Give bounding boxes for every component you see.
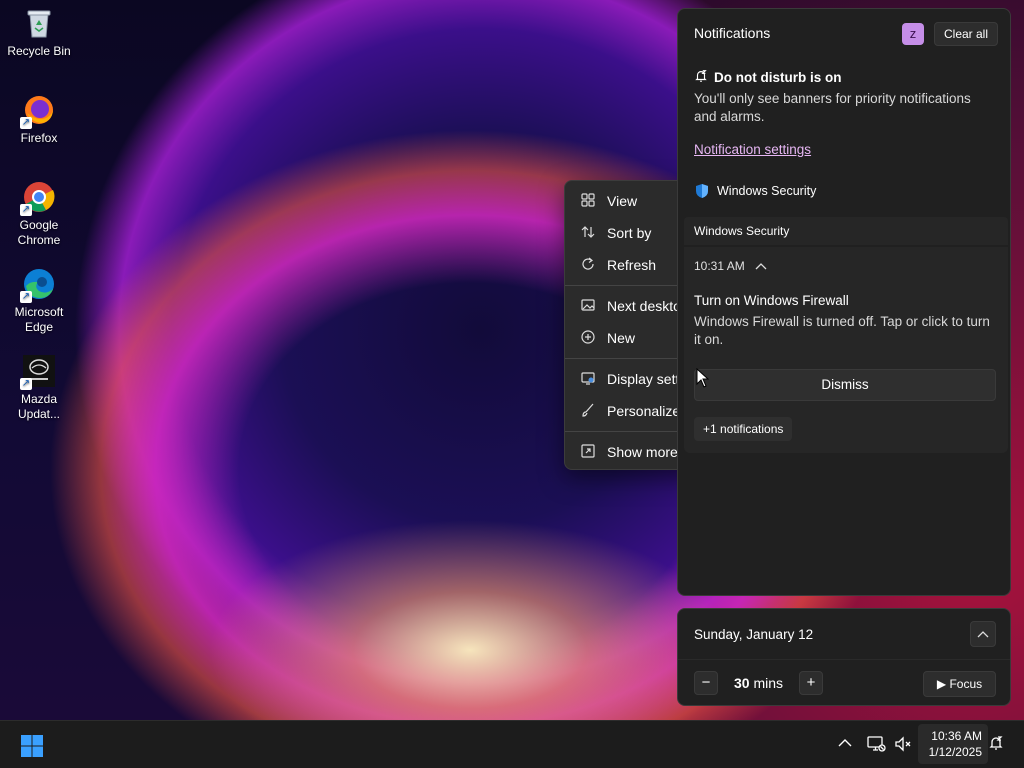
chevron-up-icon[interactable]	[755, 259, 767, 273]
menu-item-label: Sort by	[607, 225, 652, 241]
notification-body: Windows Firewall is turned off. Tap or c…	[694, 314, 990, 347]
app-name: Windows Security	[717, 184, 817, 198]
dnd-heading: Do not disturb is on	[694, 69, 842, 86]
image-icon	[579, 297, 597, 315]
menu-item-label: Next deskto	[607, 298, 681, 314]
desktop-icon-edge[interactable]: ↗ Microsoft Edge	[4, 267, 74, 335]
focus-session-row: − 30 mins + ▶ Focus	[694, 671, 996, 697]
plus-circle-icon	[579, 329, 597, 347]
menu-item-label: New	[607, 330, 636, 346]
app-group-windows-security[interactable]: Windows Security	[694, 183, 816, 199]
menu-item-label: Show more	[607, 444, 678, 460]
dnd-title-text: Do not disturb is on	[714, 70, 842, 85]
shield-icon	[696, 184, 708, 198]
shortcut-arrow-icon: ↗	[20, 291, 32, 303]
notification-time: 10:31 AM	[694, 259, 745, 273]
dismiss-button[interactable]: Dismiss	[694, 369, 996, 401]
recycle-bin-icon	[22, 6, 56, 40]
notification-time-row: 10:31 AM	[694, 259, 767, 273]
clear-all-button[interactable]: Clear all	[934, 22, 999, 46]
shortcut-arrow-icon: ↗	[20, 378, 32, 390]
focus-start-button[interactable]: ▶ Focus	[923, 671, 996, 697]
show-hidden-icons-chevron-icon[interactable]	[836, 735, 854, 753]
desktop-icon-label: Google Chrome	[17, 218, 61, 247]
focus-duration-value: 30	[734, 675, 750, 691]
sort-icon	[579, 224, 597, 242]
desktop-icon-label: Firefox	[20, 131, 58, 145]
shortcut-arrow-icon: ↗	[20, 204, 32, 216]
desktop-icon-recycle-bin[interactable]: Recycle Bin	[4, 6, 74, 59]
notification-bell-icon[interactable]	[987, 735, 1005, 753]
mazda-icon: ↗	[20, 354, 56, 390]
increase-focus-button[interactable]: +	[799, 671, 823, 695]
desktop-icon-mazda[interactable]: ↗ Mazda Updat...	[4, 354, 74, 422]
desktop-icon-chrome[interactable]: ↗ Google Chrome	[4, 180, 74, 248]
calendar-date: Sunday, January 12	[694, 627, 814, 642]
expand-icon	[579, 443, 597, 461]
edge-icon: ↗	[20, 267, 56, 303]
desktop-icon-label: Microsoft Edge	[14, 305, 64, 334]
grid-icon	[579, 192, 597, 210]
focus-button-label: Focus	[949, 677, 983, 691]
taskbar-clock[interactable]: 10:36 AM 1/12/2025	[918, 724, 988, 764]
notification-title: Turn on Windows Firewall	[694, 293, 849, 308]
menu-item-label: Personalize	[607, 403, 681, 419]
shortcut-arrow-icon: ↗	[20, 117, 32, 129]
menu-item-label: Display sett	[607, 371, 680, 387]
calendar-panel: Sunday, January 12 − 30 mins + ▶ Focus	[677, 608, 1011, 706]
chevron-up-icon[interactable]	[970, 621, 996, 647]
notification-center: Notifications z Clear all Do not disturb…	[677, 8, 1011, 596]
dnd-description: You'll only see banners for priority not…	[694, 91, 971, 124]
desktop-icon-firefox[interactable]: ↗ Firefox	[4, 93, 74, 146]
notification-card[interactable]: 10:31 AM Turn on Windows Firewall Window…	[684, 247, 1008, 453]
display-icon	[579, 370, 597, 388]
clock-date: 1/12/2025	[928, 745, 982, 759]
volume-muted-icon[interactable]	[894, 735, 912, 753]
desktop-icon-label: Recycle Bin	[7, 44, 71, 58]
more-notifications-button[interactable]: +1 notifications	[694, 417, 793, 441]
brush-icon	[579, 402, 597, 420]
firefox-icon: ↗	[20, 93, 56, 129]
menu-item-label: Refresh	[607, 257, 657, 273]
divider	[678, 659, 1010, 660]
notification-settings-link[interactable]: Notification settings	[694, 142, 811, 157]
menu-item-label: View	[607, 193, 638, 209]
windows-start-icon[interactable]	[20, 734, 44, 758]
dnd-status-icon[interactable]: z	[902, 23, 924, 45]
notification-group-header: Windows Security	[684, 217, 1008, 245]
refresh-icon	[579, 256, 597, 274]
network-icon[interactable]	[866, 735, 886, 753]
mouse-cursor-icon	[696, 368, 710, 388]
chrome-icon: ↗	[20, 180, 56, 216]
notifications-title: Notifications	[694, 25, 771, 41]
taskbar: 10:36 AM 1/12/2025	[0, 720, 1024, 768]
play-icon: ▶	[936, 677, 947, 691]
focus-duration: 30 mins	[734, 675, 783, 691]
focus-duration-unit: mins	[753, 675, 784, 691]
bell-snooze-icon	[694, 69, 708, 86]
desktop-icon-label: Mazda Updat...	[17, 392, 61, 421]
decrease-focus-button[interactable]: −	[694, 671, 718, 695]
clock-time: 10:36 AM	[931, 729, 982, 743]
